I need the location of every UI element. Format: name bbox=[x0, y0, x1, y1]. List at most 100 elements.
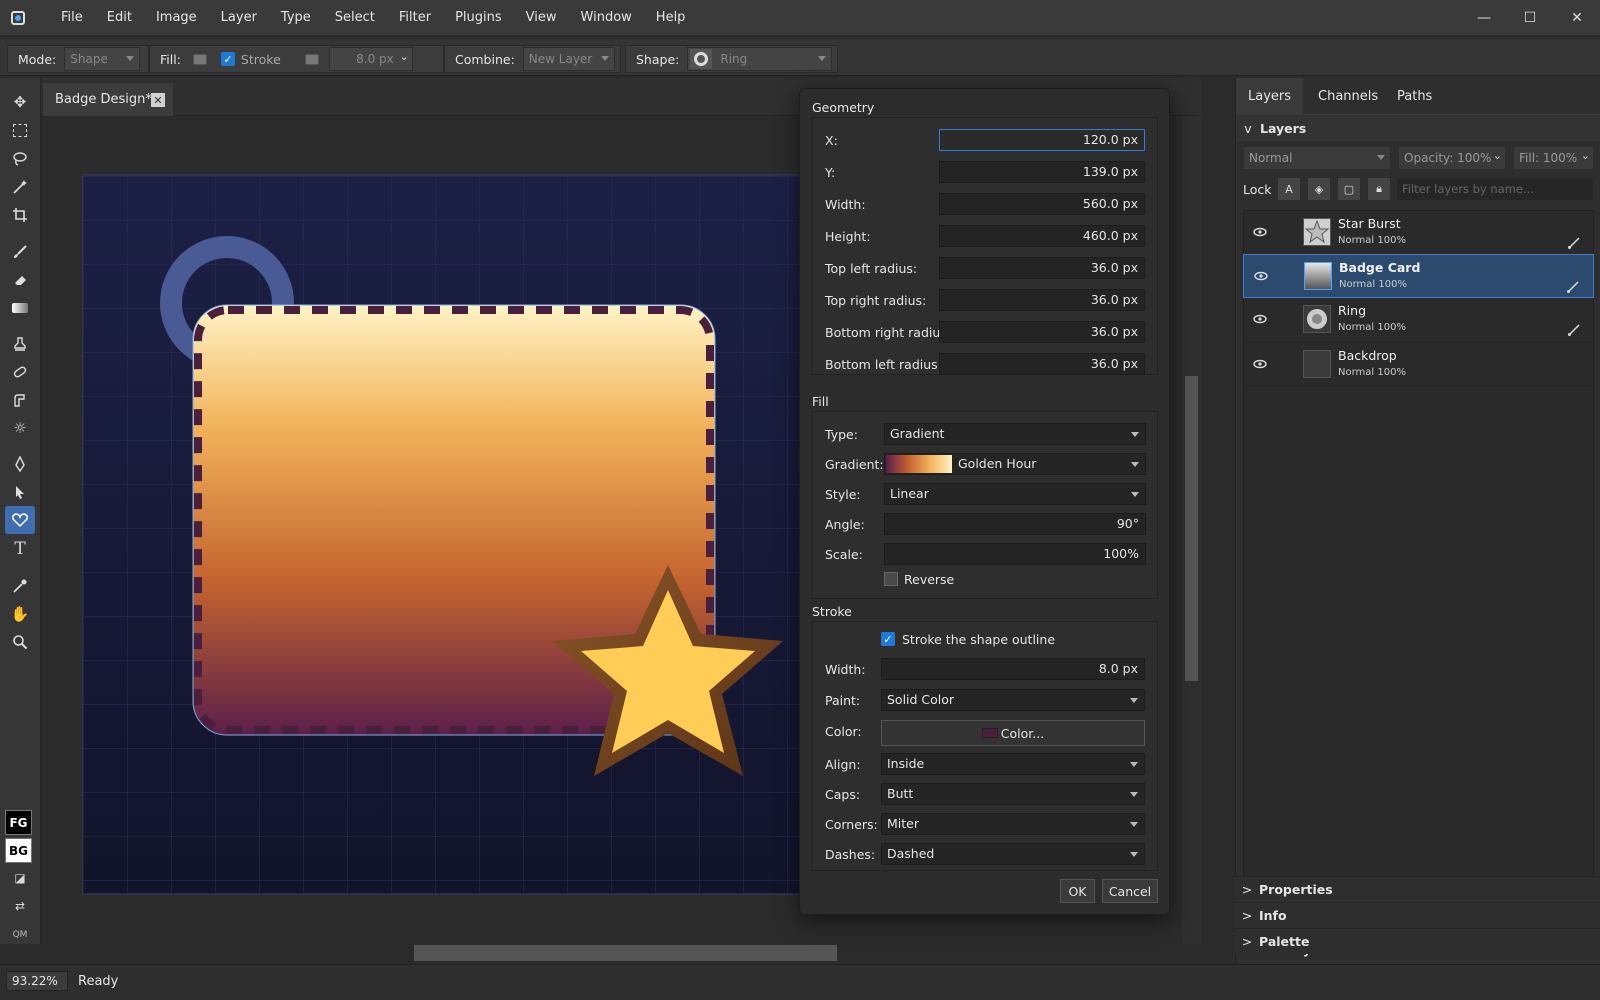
gradient-select[interactable]: Golden Hour bbox=[884, 453, 1146, 475]
minimize-button[interactable]: — bbox=[1461, 0, 1507, 35]
heal-tool-icon[interactable] bbox=[5, 358, 35, 386]
lock-paint-icon[interactable]: ◈ bbox=[1307, 177, 1331, 201]
stroke-color-button[interactable]: Color... bbox=[881, 720, 1145, 746]
shape-tool-icon[interactable] bbox=[5, 506, 35, 534]
bottom-left-radius-field[interactable]: 36.0 px bbox=[939, 353, 1145, 375]
paint-select[interactable]: Solid Color bbox=[881, 689, 1145, 711]
close-window-button[interactable]: ✕ bbox=[1554, 0, 1600, 35]
menu-layer[interactable]: Layer bbox=[209, 10, 269, 25]
shape-select[interactable]: Ring bbox=[687, 47, 833, 71]
tab-layers[interactable]: Layers bbox=[1236, 78, 1304, 115]
tab-channels[interactable]: Channels bbox=[1306, 78, 1390, 115]
menu-file[interactable]: File bbox=[49, 10, 95, 25]
crop-tool-icon[interactable] bbox=[5, 201, 35, 229]
combine-select[interactable]: New Layer bbox=[522, 47, 615, 71]
layer-row-star-burst[interactable]: Star Burst Normal 100% bbox=[1243, 211, 1594, 255]
eyedropper-tool-icon[interactable] bbox=[5, 572, 35, 600]
document-tab[interactable]: Badge Design* ✕ bbox=[43, 83, 173, 116]
menu-plugins[interactable]: Plugins bbox=[443, 10, 514, 25]
layer-row-badge-card[interactable]: Badge Card Normal 100% bbox=[1243, 254, 1594, 298]
rect-select-tool-icon[interactable] bbox=[5, 116, 35, 144]
visibility-eye-icon[interactable] bbox=[1251, 357, 1269, 371]
top-right-radius-label: Top right radius: bbox=[825, 293, 927, 308]
layer-row-ring[interactable]: Ring Normal 100% bbox=[1243, 298, 1594, 342]
menu-help[interactable]: Help bbox=[644, 10, 698, 25]
opacity-select[interactable]: Opacity: 100% ⌄ bbox=[1398, 146, 1506, 170]
menu-window[interactable]: Window bbox=[569, 10, 644, 25]
menu-view[interactable]: View bbox=[514, 10, 569, 25]
default-colors-icon[interactable]: ◪ bbox=[5, 864, 35, 892]
angle-field[interactable]: 90° bbox=[884, 513, 1146, 535]
mode-select[interactable]: Shape bbox=[64, 47, 141, 71]
vertical-scrollbar-thumb[interactable] bbox=[1185, 376, 1198, 681]
caps-select[interactable]: Butt bbox=[881, 783, 1145, 805]
zoom-tool-icon[interactable] bbox=[5, 628, 35, 656]
menu-edit[interactable]: Edit bbox=[95, 10, 144, 25]
bottom-right-radius-field[interactable]: 36.0 px bbox=[939, 321, 1145, 343]
top-right-radius-field[interactable]: 36.0 px bbox=[939, 289, 1145, 311]
move-tool-icon[interactable]: ✥ bbox=[5, 88, 35, 116]
smudge-tool-icon[interactable] bbox=[5, 386, 35, 414]
stroke-outline-checkbox[interactable]: ✓ bbox=[881, 632, 895, 646]
swap-colors-icon[interactable]: ⇄ bbox=[5, 892, 35, 920]
reverse-checkbox[interactable] bbox=[884, 572, 898, 586]
zoom-level-field[interactable]: 93.22% bbox=[6, 971, 68, 991]
y-field[interactable]: 139.0 px bbox=[939, 161, 1145, 183]
blend-mode-select[interactable]: Normal bbox=[1243, 146, 1391, 170]
dodge-tool-icon[interactable]: ☼ bbox=[5, 414, 35, 442]
align-select[interactable]: Inside bbox=[881, 753, 1145, 775]
height-field[interactable]: 460.0 px bbox=[939, 225, 1145, 247]
type-tool-icon[interactable]: T bbox=[5, 535, 35, 563]
gradient-tool-icon[interactable] bbox=[5, 294, 35, 322]
close-tab-icon[interactable]: ✕ bbox=[151, 93, 165, 107]
info-section-header[interactable]: > Info bbox=[1235, 902, 1600, 928]
stroke-width-select[interactable]: 8.0 px ⌄ bbox=[328, 47, 413, 71]
layer-filter-input[interactable]: Filter layers by name... bbox=[1396, 177, 1594, 201]
hand-tool-icon[interactable]: ✋ bbox=[5, 600, 35, 628]
stroke-width-field[interactable]: 8.0 px bbox=[881, 658, 1145, 680]
background-color-swatch[interactable]: BG bbox=[5, 838, 32, 863]
menu-image[interactable]: Image bbox=[144, 10, 209, 25]
ok-button[interactable]: OK bbox=[1060, 879, 1095, 903]
eraser-tool-icon[interactable] bbox=[5, 266, 35, 294]
visibility-eye-icon[interactable] bbox=[1251, 225, 1269, 239]
menu-filter[interactable]: Filter bbox=[387, 10, 443, 25]
fill-type-select[interactable]: Gradient bbox=[884, 423, 1146, 445]
gradient-style-select[interactable]: Linear bbox=[884, 483, 1146, 505]
stamp-tool-icon[interactable] bbox=[5, 330, 35, 358]
palette-section-header[interactable]: > Palette bbox=[1235, 928, 1600, 954]
width-field[interactable]: 560.0 px bbox=[939, 193, 1145, 215]
magic-wand-tool-icon[interactable] bbox=[5, 173, 35, 201]
tab-paths[interactable]: Paths bbox=[1385, 78, 1444, 115]
fill-opacity-select[interactable]: Fill: 100% ⌄ bbox=[1513, 146, 1594, 170]
fill-swatch[interactable] bbox=[192, 53, 207, 65]
stroke-checkbox[interactable]: ✓ bbox=[220, 52, 235, 66]
scale-field[interactable]: 100% bbox=[884, 543, 1146, 565]
lock-transparency-icon[interactable]: A bbox=[1277, 177, 1301, 201]
foreground-color-swatch[interactable]: FG bbox=[5, 810, 32, 835]
corners-select[interactable]: Miter bbox=[881, 813, 1145, 835]
gradient-value: Golden Hour bbox=[958, 456, 1037, 471]
visibility-eye-icon[interactable] bbox=[1252, 269, 1270, 283]
dashes-select[interactable]: Dashed bbox=[881, 843, 1145, 865]
lasso-tool-icon[interactable] bbox=[5, 145, 35, 173]
menu-type[interactable]: Type bbox=[269, 10, 323, 25]
stroke-swatch[interactable] bbox=[304, 53, 319, 65]
menu-select[interactable]: Select bbox=[323, 10, 387, 25]
path-select-tool-icon[interactable] bbox=[5, 478, 35, 506]
lock-all-icon[interactable]: 🔒︎ bbox=[1367, 177, 1391, 201]
vertical-scrollbar[interactable] bbox=[1182, 116, 1201, 944]
visibility-eye-icon[interactable] bbox=[1251, 312, 1269, 326]
layers-section-header[interactable]: v Layers bbox=[1236, 115, 1600, 141]
horizontal-scrollbar-thumb[interactable] bbox=[414, 945, 837, 961]
brush-tool-icon[interactable] bbox=[5, 238, 35, 266]
cancel-button[interactable]: Cancel bbox=[1102, 879, 1158, 903]
lock-position-icon[interactable]: ▢ bbox=[1337, 177, 1361, 201]
pen-tool-icon[interactable] bbox=[5, 450, 35, 478]
properties-section-header[interactable]: > Properties bbox=[1235, 876, 1600, 902]
layer-row-backdrop[interactable]: Backdrop Normal 100% bbox=[1243, 343, 1594, 387]
top-left-radius-field[interactable]: 36.0 px bbox=[939, 257, 1145, 279]
x-field[interactable]: 120.0 px bbox=[939, 129, 1145, 151]
maximize-button[interactable]: ☐ bbox=[1507, 0, 1553, 35]
quick-mask-toggle[interactable]: QM bbox=[5, 921, 35, 949]
